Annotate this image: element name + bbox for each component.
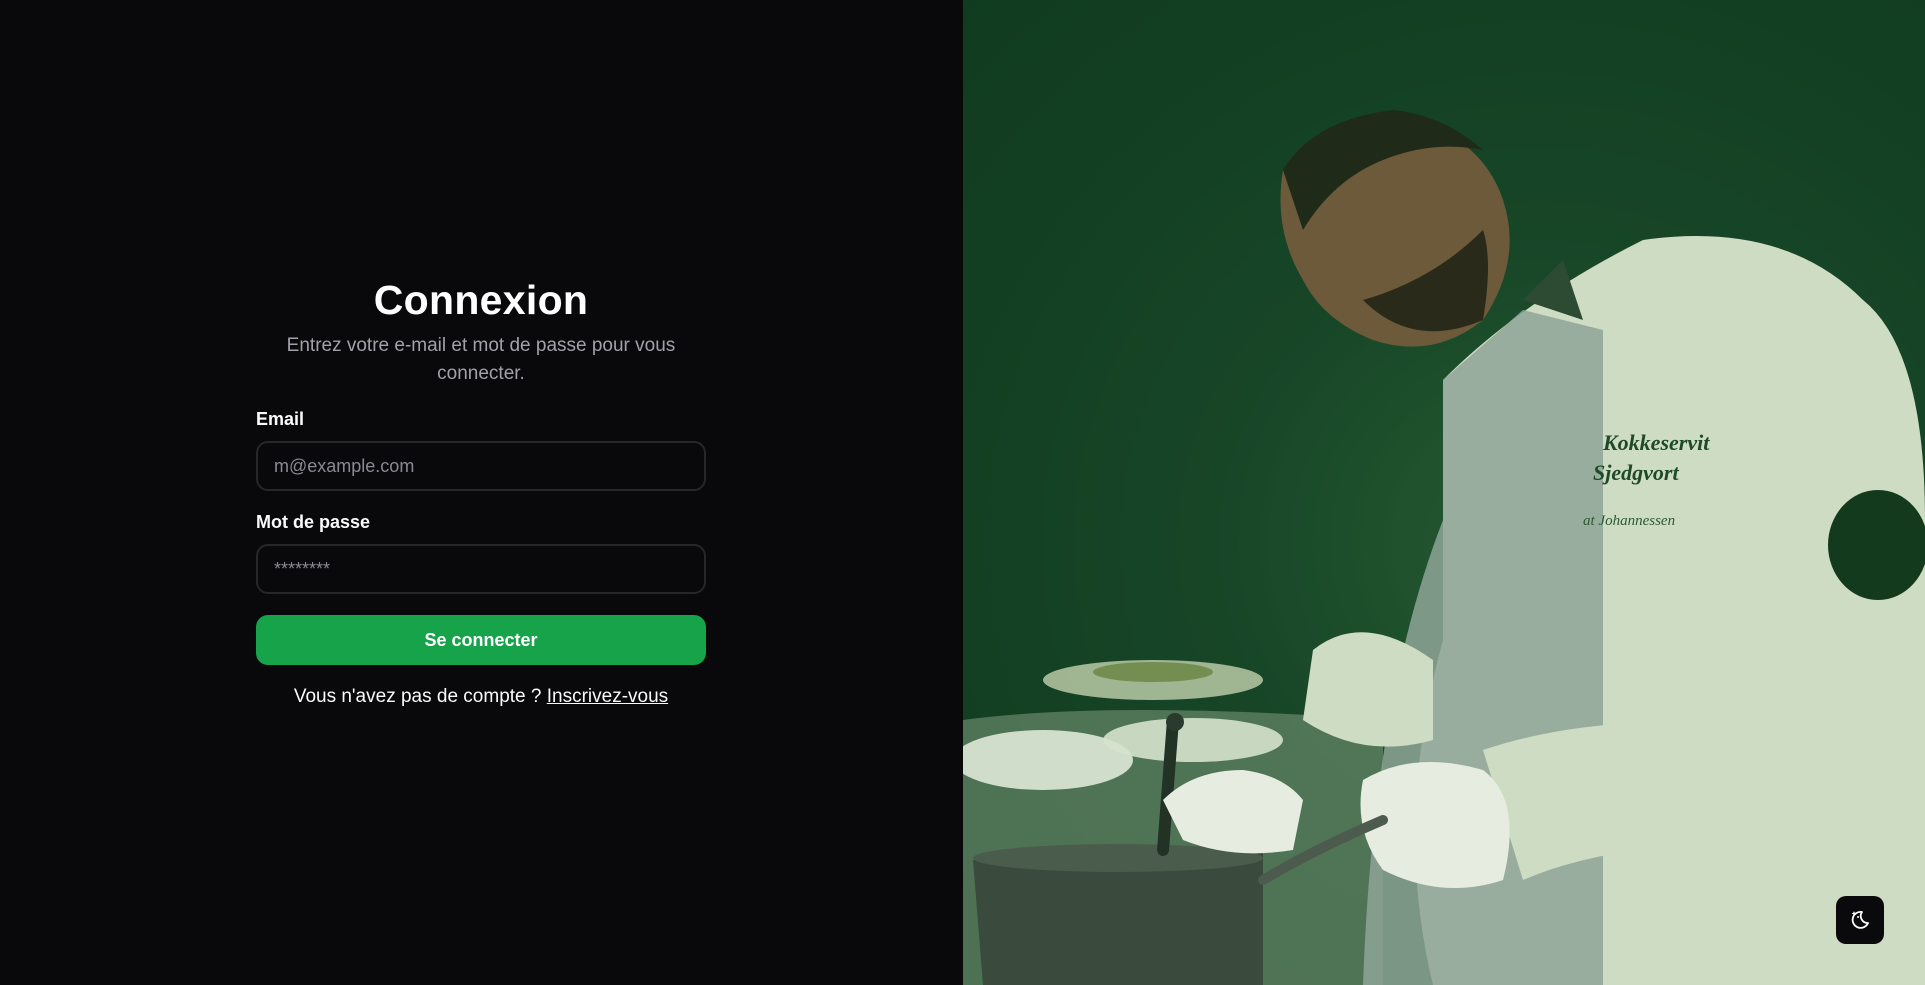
page-title: Connexion [373, 277, 589, 323]
password-label: Mot de passe [256, 512, 371, 532]
signup-link[interactable]: Inscrivez-vous [547, 686, 668, 707]
jacket-text-1: Kokkeservit [1602, 430, 1710, 455]
login-button[interactable]: Se connecter [256, 615, 706, 665]
chef-cooking-photo: Kokkeservit Sjedgvort at Johannessen [963, 0, 1925, 985]
login-form: Connexion Entrez votre e-mail et mot de … [256, 274, 706, 708]
jacket-text-2: Sjedgvort [1593, 460, 1679, 485]
signup-prompt-text: Vous n'avez pas de compte ? [293, 686, 542, 707]
login-panel: Connexion Entrez votre e-mail et mot de … [0, 0, 963, 985]
jacket-text-3: at Johannessen [1583, 513, 1675, 529]
moon-stars-icon [1851, 911, 1869, 929]
email-field[interactable] [256, 441, 706, 491]
hero-image: Kokkeservit Sjedgvort at Johannessen [963, 0, 1925, 985]
email-label: Email [256, 409, 305, 429]
signup-prompt: Vous n'avez pas de compte ? Inscrivez-vo… [256, 686, 706, 708]
theme-toggle-button[interactable] [1836, 896, 1884, 944]
page-subtitle: Entrez votre e-mail et mot de passe pour… [286, 335, 676, 384]
password-field[interactable] [256, 544, 706, 594]
